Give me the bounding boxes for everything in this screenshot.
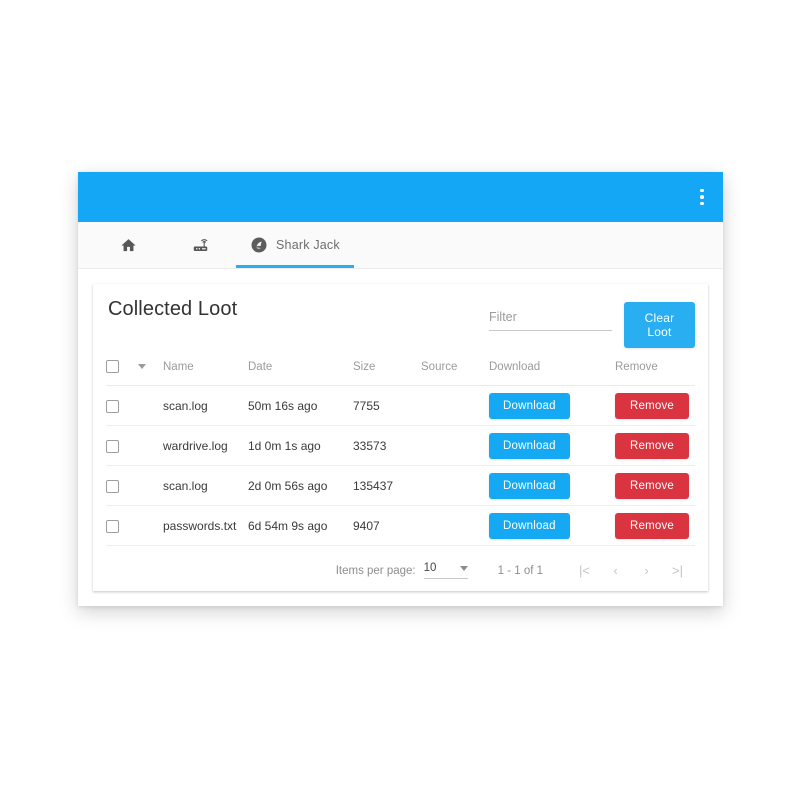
row-spacer-cell	[138, 505, 163, 546]
cell-download: Download	[489, 385, 615, 426]
cell-size: 9407	[353, 505, 421, 546]
tab-shark-jack-label: Shark Jack	[276, 238, 340, 252]
cell-date: 1d 0m 1s ago	[248, 425, 353, 466]
cell-name: wardrive.log	[163, 425, 248, 466]
page-range-label: 1 - 1 of 1	[497, 564, 543, 577]
page-title: Collected Loot	[108, 298, 238, 320]
download-button[interactable]: Download	[489, 432, 570, 459]
chevron-down-icon[interactable]	[138, 363, 146, 369]
row-checkbox[interactable]	[106, 479, 119, 493]
previous-page-button[interactable]: ‹	[600, 555, 631, 586]
cell-date: 6d 54m 9s ago	[248, 505, 353, 546]
cell-source	[421, 465, 489, 506]
cell-remove: Remove	[615, 465, 695, 506]
cell-source	[421, 425, 489, 466]
screen: Shark Jack Collected Loot Clear Loot	[0, 0, 800, 800]
cell-source	[421, 505, 489, 546]
cell-size: 135437	[353, 465, 421, 506]
column-header-size[interactable]: Size	[353, 354, 421, 386]
select-all-header	[106, 354, 138, 386]
home-icon	[120, 237, 137, 254]
table-header: Name Date Size Source Download Remove	[106, 354, 695, 386]
row-spacer-cell	[138, 425, 163, 466]
tab-shark-jack[interactable]: Shark Jack	[236, 222, 354, 268]
column-header-name[interactable]: Name	[163, 354, 248, 386]
cell-size: 7755	[353, 385, 421, 426]
items-per-page-value: 10	[423, 562, 437, 574]
loot-table: Name Date Size Source Download Remove sc…	[106, 354, 695, 546]
kebab-menu-icon[interactable]	[693, 186, 711, 208]
tab-bar: Shark Jack	[78, 222, 723, 269]
cell-remove: Remove	[615, 505, 695, 546]
content-area: Collected Loot Clear Loot	[78, 269, 723, 606]
first-page-button[interactable]: |<	[569, 555, 600, 586]
last-page-button[interactable]: >|	[662, 555, 693, 586]
filter-input[interactable]	[489, 310, 612, 331]
items-per-page-label: Items per page:	[335, 564, 416, 577]
table-row: wardrive.log 1d 0m 1s ago 33573 Download…	[106, 425, 695, 466]
row-select-cell	[106, 465, 138, 506]
cell-download: Download	[489, 425, 615, 466]
cell-name: scan.log	[163, 465, 248, 506]
cell-name: passwords.txt	[163, 505, 248, 546]
shark-jack-icon	[250, 236, 268, 254]
router-icon	[191, 236, 210, 254]
table-row: scan.log 50m 16s ago 7755 Download Remov…	[106, 385, 695, 426]
cell-download: Download	[489, 505, 615, 546]
cell-name: scan.log	[163, 385, 248, 426]
column-header-source[interactable]: Source	[421, 354, 489, 386]
cell-size: 33573	[353, 425, 421, 466]
chevron-down-icon	[459, 565, 468, 571]
download-button[interactable]: Download	[489, 392, 570, 419]
download-button[interactable]: Download	[489, 512, 570, 539]
app-window: Shark Jack Collected Loot Clear Loot	[78, 172, 723, 606]
app-bar	[78, 172, 723, 222]
select-all-checkbox[interactable]	[106, 360, 119, 373]
remove-button[interactable]: Remove	[615, 512, 690, 539]
items-per-page-select[interactable]: 10	[423, 562, 468, 579]
table-header-row: Name Date Size Source Download Remove	[106, 354, 695, 386]
row-select-cell	[106, 505, 138, 546]
table-row: passwords.txt 6d 54m 9s ago 9407 Downloa…	[106, 505, 695, 546]
card-header: Collected Loot Clear Loot	[106, 284, 695, 354]
cell-date: 50m 16s ago	[248, 385, 353, 426]
next-page-button[interactable]: ›	[631, 555, 662, 586]
remove-button[interactable]: Remove	[615, 392, 690, 419]
cell-remove: Remove	[615, 385, 695, 426]
cell-remove: Remove	[615, 425, 695, 466]
row-checkbox[interactable]	[106, 519, 119, 533]
cell-source	[421, 385, 489, 426]
loot-card: Collected Loot Clear Loot	[93, 284, 708, 591]
sort-header	[138, 354, 163, 386]
tab-home[interactable]	[92, 222, 164, 268]
cell-download: Download	[489, 465, 615, 506]
clear-loot-button[interactable]: Clear Loot	[624, 302, 695, 348]
row-checkbox[interactable]	[106, 399, 119, 413]
filter-field-wrapper	[489, 308, 612, 331]
column-header-date[interactable]: Date	[248, 354, 353, 386]
remove-button[interactable]: Remove	[615, 432, 690, 459]
row-select-cell	[106, 425, 138, 466]
column-header-remove: Remove	[615, 354, 695, 386]
table-row: scan.log 2d 0m 56s ago 135437 Download R…	[106, 465, 695, 506]
remove-button[interactable]: Remove	[615, 472, 690, 499]
column-header-download: Download	[489, 354, 615, 386]
table-body: scan.log 50m 16s ago 7755 Download Remov…	[106, 385, 695, 546]
download-button[interactable]: Download	[489, 472, 570, 499]
row-checkbox[interactable]	[106, 439, 119, 453]
paginator: Items per page: 10 1 - 1 of 1 |< ‹ › >|	[106, 546, 695, 595]
cell-date: 2d 0m 56s ago	[248, 465, 353, 506]
row-select-cell	[106, 385, 138, 426]
row-spacer-cell	[138, 385, 163, 426]
tab-network[interactable]	[164, 222, 236, 268]
row-spacer-cell	[138, 465, 163, 506]
